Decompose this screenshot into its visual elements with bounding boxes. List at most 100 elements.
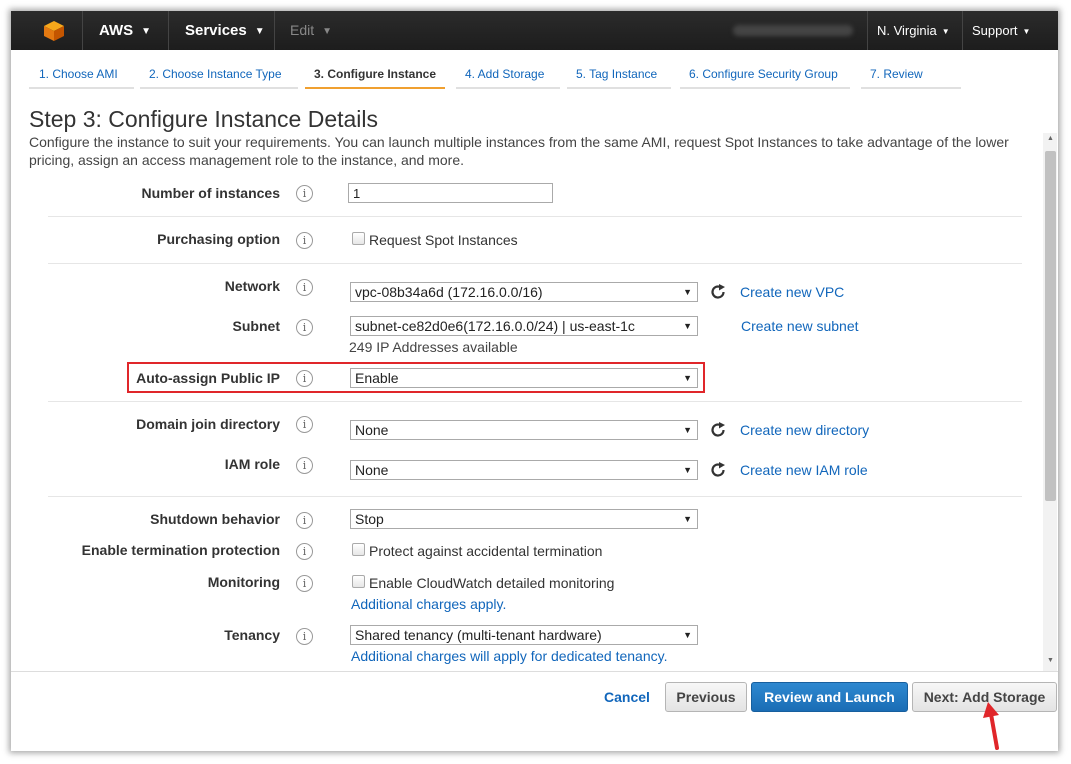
- termination-label: Enable termination protection: [81, 542, 280, 558]
- subnet-label: Subnet: [232, 318, 280, 334]
- network-label: Network: [224, 278, 280, 294]
- monitoring-label: Monitoring: [207, 574, 280, 590]
- tab-choose-instance-type[interactable]: 2. Choose Instance Type: [140, 61, 298, 89]
- section-divider: [48, 216, 1022, 217]
- create-new-directory-link[interactable]: Create new directory: [740, 422, 869, 438]
- tab-tag-instance[interactable]: 5. Tag Instance: [567, 61, 671, 89]
- page-title: Step 3: Configure Instance Details: [29, 106, 379, 132]
- create-new-vpc-link[interactable]: Create new VPC: [740, 284, 844, 300]
- ip-addresses-available: 249 IP Addresses available: [349, 339, 518, 355]
- support-menu-label: Support: [972, 23, 1018, 38]
- nav-divider: [274, 11, 275, 50]
- spot-instances-checkbox-label[interactable]: Request Spot Instances: [369, 232, 518, 248]
- iam-role-select[interactable]: None ▼: [350, 460, 698, 480]
- domain-select-value: None: [355, 422, 389, 438]
- tab-add-storage[interactable]: 4. Add Storage: [456, 61, 560, 89]
- shutdown-select-value: Stop: [355, 511, 384, 527]
- section-divider: [48, 263, 1022, 264]
- termination-protection-checkbox[interactable]: [352, 543, 365, 556]
- dropdown-arrow-icon: ▼: [683, 321, 692, 331]
- monitoring-checkbox-label[interactable]: Enable CloudWatch detailed monitoring: [369, 575, 614, 591]
- network-select-value: vpc-08b34a6d (172.16.0.0/16): [355, 284, 543, 300]
- footer-divider: [11, 671, 1058, 672]
- previous-button[interactable]: Previous: [665, 682, 747, 712]
- region-menu[interactable]: N. Virginia ▼: [877, 11, 950, 50]
- browser-window: AWS ▼ Services ▼ Edit ▼ N. Virginia ▼ Suppor…: [11, 11, 1058, 751]
- info-icon[interactable]: i: [296, 370, 313, 387]
- info-icon[interactable]: i: [296, 512, 313, 529]
- info-icon[interactable]: i: [296, 279, 313, 296]
- dedicated-tenancy-charges-link[interactable]: Additional charges will apply for dedica…: [351, 648, 667, 664]
- number-of-instances-input[interactable]: [348, 183, 553, 203]
- aws-menu-label: AWS: [99, 22, 134, 39]
- top-navigation-bar: AWS ▼ Services ▼ Edit ▼ N. Virginia ▼ Suppor…: [11, 11, 1058, 50]
- dropdown-arrow-icon: ▼: [683, 373, 692, 383]
- dropdown-arrow-icon: ▼: [683, 630, 692, 640]
- chevron-down-icon: ▼: [1022, 27, 1031, 37]
- create-new-iam-role-link[interactable]: Create new IAM role: [740, 462, 868, 478]
- cloudwatch-monitoring-checkbox[interactable]: [352, 575, 365, 588]
- chevron-down-icon: ▼: [141, 25, 152, 37]
- services-menu[interactable]: Services ▼: [185, 11, 265, 50]
- review-and-launch-button[interactable]: Review and Launch: [751, 682, 908, 712]
- account-name-blurred[interactable]: [733, 25, 853, 36]
- info-icon[interactable]: i: [296, 575, 313, 592]
- network-select[interactable]: vpc-08b34a6d (172.16.0.0/16) ▼: [350, 282, 698, 302]
- create-new-subnet-link[interactable]: Create new subnet: [741, 318, 859, 334]
- shutdown-label: Shutdown behavior: [150, 511, 280, 527]
- cancel-button[interactable]: Cancel: [604, 689, 650, 705]
- scroll-down-icon[interactable]: ▼: [1045, 657, 1056, 667]
- section-divider: [48, 401, 1022, 402]
- info-icon[interactable]: i: [296, 319, 313, 336]
- domain-label: Domain join directory: [136, 416, 280, 432]
- public-ip-label: Auto-assign Public IP: [136, 370, 280, 386]
- tab-configure-instance[interactable]: 3. Configure Instance: [305, 61, 445, 89]
- edit-menu[interactable]: Edit ▼: [290, 11, 332, 50]
- refresh-icon[interactable]: [709, 283, 727, 301]
- termination-checkbox-label[interactable]: Protect against accidental termination: [369, 543, 602, 559]
- dropdown-arrow-icon: ▼: [683, 425, 692, 435]
- iam-select-value: None: [355, 462, 389, 478]
- refresh-icon[interactable]: [709, 421, 727, 439]
- shutdown-behavior-select[interactable]: Stop ▼: [350, 509, 698, 529]
- iam-role-label: IAM role: [224, 456, 280, 472]
- additional-charges-link[interactable]: Additional charges apply.: [351, 596, 506, 612]
- aws-menu[interactable]: AWS ▼: [99, 11, 151, 50]
- info-icon[interactable]: i: [296, 185, 313, 202]
- scrollbar-thumb[interactable]: [1045, 151, 1056, 501]
- dropdown-arrow-icon: ▼: [683, 514, 692, 524]
- support-menu[interactable]: Support ▼: [972, 11, 1030, 50]
- chevron-down-icon: ▼: [322, 25, 333, 37]
- subnet-select[interactable]: subnet-ce82d0e6(172.16.0.0/24) | us-east…: [350, 316, 698, 336]
- info-icon[interactable]: i: [296, 543, 313, 560]
- domain-join-directory-select[interactable]: None ▼: [350, 420, 698, 440]
- spot-instances-checkbox[interactable]: [352, 232, 365, 245]
- dropdown-arrow-icon: ▼: [683, 287, 692, 297]
- info-icon[interactable]: i: [296, 232, 313, 249]
- tab-review[interactable]: 7. Review: [861, 61, 961, 89]
- tenancy-select[interactable]: Shared tenancy (multi-tenant hardware) ▼: [350, 625, 698, 645]
- tenancy-label: Tenancy: [224, 627, 280, 643]
- section-divider: [48, 496, 1022, 497]
- info-icon[interactable]: i: [296, 628, 313, 645]
- nav-divider: [168, 11, 169, 50]
- services-menu-label: Services: [185, 22, 247, 39]
- tenancy-select-value: Shared tenancy (multi-tenant hardware): [355, 627, 602, 643]
- page-description: Configure the instance to suit your requ…: [29, 134, 1009, 168]
- edit-menu-label: Edit: [290, 22, 315, 38]
- aws-cube-icon: [44, 21, 64, 41]
- aws-logo[interactable]: [11, 11, 83, 50]
- chevron-down-icon: ▼: [941, 27, 950, 37]
- nav-divider: [962, 11, 963, 50]
- refresh-icon[interactable]: [709, 461, 727, 479]
- dropdown-arrow-icon: ▼: [683, 465, 692, 475]
- annotation-arrow-icon: [983, 702, 999, 750]
- chevron-down-icon: ▼: [254, 25, 265, 37]
- info-icon[interactable]: i: [296, 416, 313, 433]
- tab-choose-ami[interactable]: 1. Choose AMI: [29, 61, 134, 89]
- scroll-up-icon[interactable]: ▲: [1045, 135, 1056, 145]
- nav-divider: [867, 11, 868, 50]
- auto-assign-public-ip-select[interactable]: Enable ▼: [350, 368, 698, 388]
- info-icon[interactable]: i: [296, 457, 313, 474]
- tab-configure-security-group[interactable]: 6. Configure Security Group: [680, 61, 850, 89]
